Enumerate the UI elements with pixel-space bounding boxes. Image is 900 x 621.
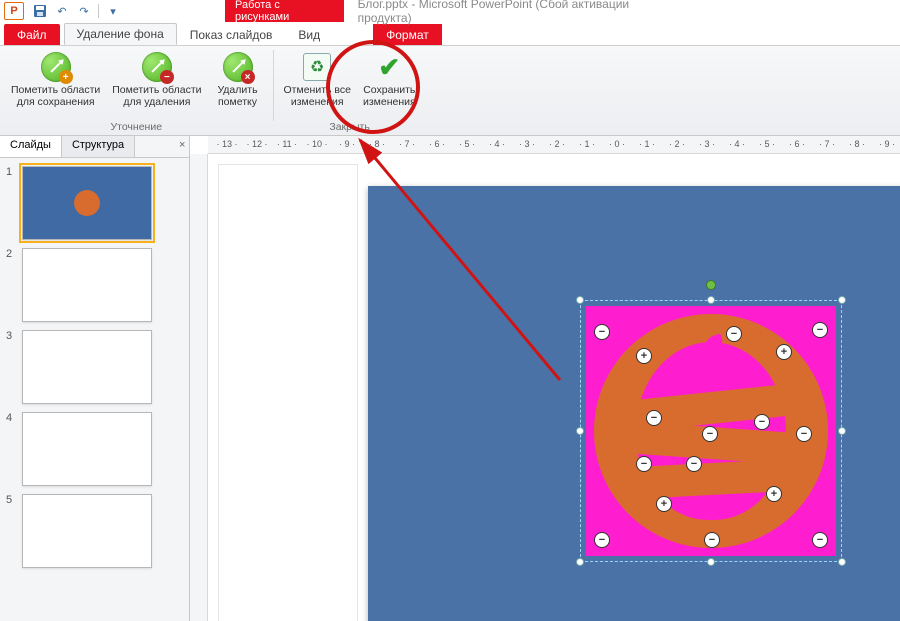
keep-label: Сохранить изменения — [363, 84, 416, 108]
exclude-mark[interactable] — [594, 324, 610, 340]
title-center: Работа с рисунками Блог.pptx - Microsoft… — [225, 0, 675, 22]
thumbnail-row[interactable]: 3 — [0, 326, 189, 408]
mark-areas-remove-button[interactable]: − Пометить области для удаления — [107, 48, 206, 111]
delete-mark-icon: × — [222, 51, 254, 83]
exclude-mark[interactable] — [796, 426, 812, 442]
contextual-tab-label: Работа с рисунками — [225, 0, 344, 22]
resize-handle-l[interactable] — [576, 427, 584, 435]
keep-icon: ✔ — [373, 51, 405, 83]
rotate-handle[interactable] — [706, 280, 716, 290]
ribbon-group-close-label: Закрыть — [329, 121, 369, 135]
qat-customize-icon[interactable]: ▾ — [105, 3, 121, 19]
exclude-mark[interactable] — [812, 532, 828, 548]
panel-close-button[interactable]: × — [169, 136, 189, 157]
thumbnail-row[interactable]: 4 — [0, 408, 189, 490]
resize-handle-b[interactable] — [707, 558, 715, 566]
slides-panel: Слайды Структура × 1 2 3 4 5 — [0, 136, 190, 621]
ribbon-tabs: Файл Удаление фона Показ слайдов Вид Фор… — [0, 22, 900, 46]
slide-thumbnail[interactable] — [22, 166, 152, 240]
exclude-mark[interactable] — [594, 532, 610, 548]
resize-handle-r[interactable] — [838, 427, 846, 435]
include-mark[interactable] — [776, 344, 792, 360]
panel-tab-slides[interactable]: Слайды — [0, 136, 62, 157]
ribbon-group-refine: + Пометить области для сохранения − Поме… — [0, 46, 273, 135]
resize-handle-tl[interactable] — [576, 296, 584, 304]
tab-slideshow[interactable]: Показ слайдов — [177, 24, 286, 45]
thumbnail-number: 2 — [6, 248, 22, 260]
slide-canvas[interactable] — [208, 154, 900, 621]
tab-file[interactable]: Файл — [4, 24, 60, 45]
delete-mark-button[interactable]: × Удалить пометку — [209, 48, 267, 111]
tab-background-removal[interactable]: Удаление фона — [64, 23, 177, 45]
keep-changes-button[interactable]: ✔ Сохранить изменения — [358, 48, 421, 111]
thumbnail-row[interactable]: 5 — [0, 490, 189, 572]
exclude-mark[interactable] — [704, 532, 720, 548]
workspace: Слайды Структура × 1 2 3 4 5 · 13 ·· 12 ·· 1… — [0, 136, 900, 621]
panel-tab-outline[interactable]: Структура — [62, 136, 135, 157]
exclude-mark[interactable] — [686, 456, 702, 472]
thumbnail-number: 1 — [6, 166, 22, 178]
offscreen-page — [218, 164, 358, 621]
ribbon-group-close: ♻ Отменить все изменения ✔ Сохранить изм… — [273, 46, 427, 135]
slide-thumbnail[interactable] — [22, 494, 152, 568]
tab-view[interactable]: Вид — [285, 24, 333, 45]
discard-label: Отменить все изменения — [284, 84, 351, 108]
exclude-mark[interactable] — [636, 456, 652, 472]
mark-areas-keep-button[interactable]: + Пометить области для сохранения — [6, 48, 105, 111]
discard-changes-button[interactable]: ♻ Отменить все изменения — [279, 48, 356, 111]
thumbnail-number: 5 — [6, 494, 22, 506]
edit-area: · 13 ·· 12 ·· 11 ·· 10 ·· 9 ·· 8 ·· 7 ··… — [190, 136, 900, 621]
include-mark[interactable] — [766, 486, 782, 502]
thumbnail-row[interactable]: 2 — [0, 244, 189, 326]
resize-handle-bl[interactable] — [576, 558, 584, 566]
mark-keep-label: Пометить области для сохранения — [11, 84, 100, 108]
include-mark[interactable] — [656, 496, 672, 512]
slide-thumbnail[interactable] — [22, 330, 152, 404]
mark-remove-label: Пометить области для удаления — [112, 84, 201, 108]
ribbon-group-refine-label: Уточнение — [110, 121, 162, 135]
mark-keep-icon: + — [40, 51, 72, 83]
mark-remove-icon: − — [141, 51, 173, 83]
include-mark[interactable] — [636, 348, 652, 364]
tab-format[interactable]: Формат — [373, 24, 442, 45]
thumbnail-list: 1 2 3 4 5 — [0, 158, 189, 621]
document-title: Блог.pptx - Microsoft PowerPoint (Сбой а… — [358, 0, 675, 25]
current-slide[interactable] — [368, 186, 900, 621]
panel-tabs: Слайды Структура × — [0, 136, 189, 158]
quick-access-toolbar: ↶ ↷ ▾ — [32, 3, 121, 19]
exclude-mark[interactable] — [646, 410, 662, 426]
qat-separator — [98, 4, 99, 18]
picture-selection[interactable] — [586, 306, 836, 556]
resize-handle-br[interactable] — [838, 558, 846, 566]
exclude-mark[interactable] — [726, 326, 742, 342]
slide-thumbnail[interactable] — [22, 248, 152, 322]
thumbnail-number: 4 — [6, 412, 22, 424]
slide-thumbnail[interactable] — [22, 412, 152, 486]
undo-icon[interactable]: ↶ — [54, 3, 70, 19]
delete-mark-label: Удалить пометку — [217, 84, 257, 108]
ribbon: + Пометить области для сохранения − Поме… — [0, 46, 900, 136]
redo-icon[interactable]: ↷ — [76, 3, 92, 19]
resize-handle-tr[interactable] — [838, 296, 846, 304]
resize-handle-t[interactable] — [707, 296, 715, 304]
title-bar: P ↶ ↷ ▾ Работа с рисунками Блог.pptx - M… — [0, 0, 900, 22]
ruler-marks: · 13 ·· 12 ·· 11 ·· 10 ·· 9 ·· 8 ·· 7 ··… — [208, 139, 900, 150]
exclude-mark[interactable] — [754, 414, 770, 430]
save-icon[interactable] — [32, 3, 48, 19]
exclude-mark[interactable] — [702, 426, 718, 442]
vertical-ruler — [190, 154, 208, 621]
discard-icon: ♻ — [301, 51, 333, 83]
exclude-mark[interactable] — [812, 322, 828, 338]
powerpoint-icon: P — [4, 2, 24, 20]
thumbnail-number: 3 — [6, 330, 22, 342]
horizontal-ruler: · 13 ·· 12 ·· 11 ·· 10 ·· 9 ·· 8 ·· 7 ··… — [208, 136, 900, 154]
thumbnail-row[interactable]: 1 — [0, 162, 189, 244]
